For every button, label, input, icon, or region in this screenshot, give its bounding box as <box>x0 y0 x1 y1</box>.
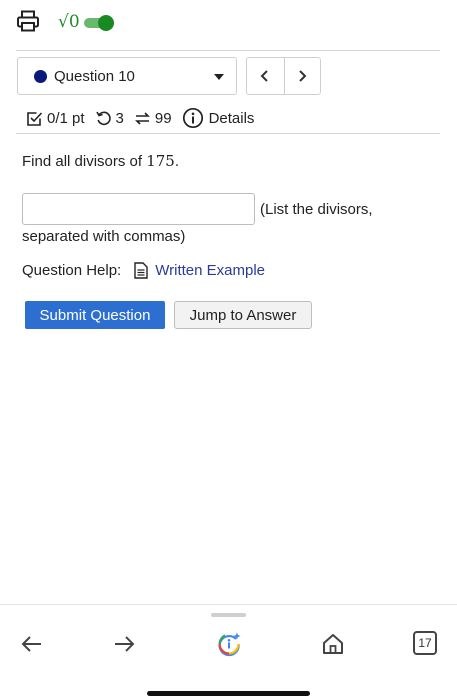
question-help: Question Help: Written Example <box>22 262 265 279</box>
question-status-dot <box>34 69 47 83</box>
previous-question-button[interactable] <box>247 58 284 94</box>
answer-hint: (List the divisors, <box>260 201 373 218</box>
question-prompt: Find all divisors of 175. <box>22 152 179 170</box>
score-text: 0/1 pt <box>47 109 85 127</box>
written-example-link[interactable]: Written Example <box>155 262 265 279</box>
toggle-switch[interactable] <box>83 15 114 31</box>
submissions-icon <box>134 111 150 125</box>
arrow-right-icon[interactable] <box>111 631 137 657</box>
prompt-punctuation: . <box>174 153 180 170</box>
details-toggle[interactable]: Details <box>182 107 255 129</box>
printer-icon[interactable] <box>16 10 40 32</box>
details-label: Details <box>208 109 255 127</box>
question-select[interactable]: Question 10 <box>17 57 237 95</box>
question-nav-group <box>246 57 321 95</box>
math-display-toggle[interactable]: √0 <box>58 10 114 34</box>
prompt-text: Find all divisors of <box>22 153 147 170</box>
info-icon <box>182 107 203 129</box>
question-help-label: Question Help: <box>22 262 122 279</box>
question-meta: 0/1 pt 3 99 Details <box>26 107 254 129</box>
answer-hint-continued: separated with commas) <box>22 228 186 245</box>
submissions-count: 99 <box>154 109 172 127</box>
tab-switcher-button[interactable]: 17 <box>413 631 437 655</box>
next-question-button[interactable] <box>283 58 321 94</box>
jump-to-answer-button[interactable]: Jump to Answer <box>174 301 312 329</box>
home-indicator[interactable] <box>147 691 310 696</box>
retry-icon <box>95 111 111 125</box>
document-icon <box>134 262 148 279</box>
google-lens-sparkle-icon[interactable] <box>216 631 242 657</box>
top-toolbar: √0 <box>0 0 457 46</box>
prompt-number: 175 <box>146 152 175 170</box>
answer-input[interactable] <box>22 193 255 225</box>
checkbox-check-icon <box>27 111 43 126</box>
tab-count: 17 <box>418 636 432 650</box>
question-select-label: Question 10 <box>54 67 135 85</box>
chevron-right-icon <box>299 70 307 82</box>
caret-down-icon <box>214 74 224 80</box>
sqrt-label: √0 <box>58 12 80 32</box>
submit-question-button[interactable]: Submit Question <box>25 301 165 329</box>
drag-handle[interactable] <box>211 613 246 617</box>
divider <box>16 50 440 51</box>
arrow-left-icon[interactable] <box>19 631 45 657</box>
retries-count: 3 <box>115 109 124 127</box>
toggle-knob <box>97 15 114 31</box>
browser-bottom-bar: 17 <box>0 604 457 700</box>
chevron-left-icon <box>260 70 268 82</box>
home-icon[interactable] <box>320 631 346 657</box>
divider <box>16 133 440 134</box>
